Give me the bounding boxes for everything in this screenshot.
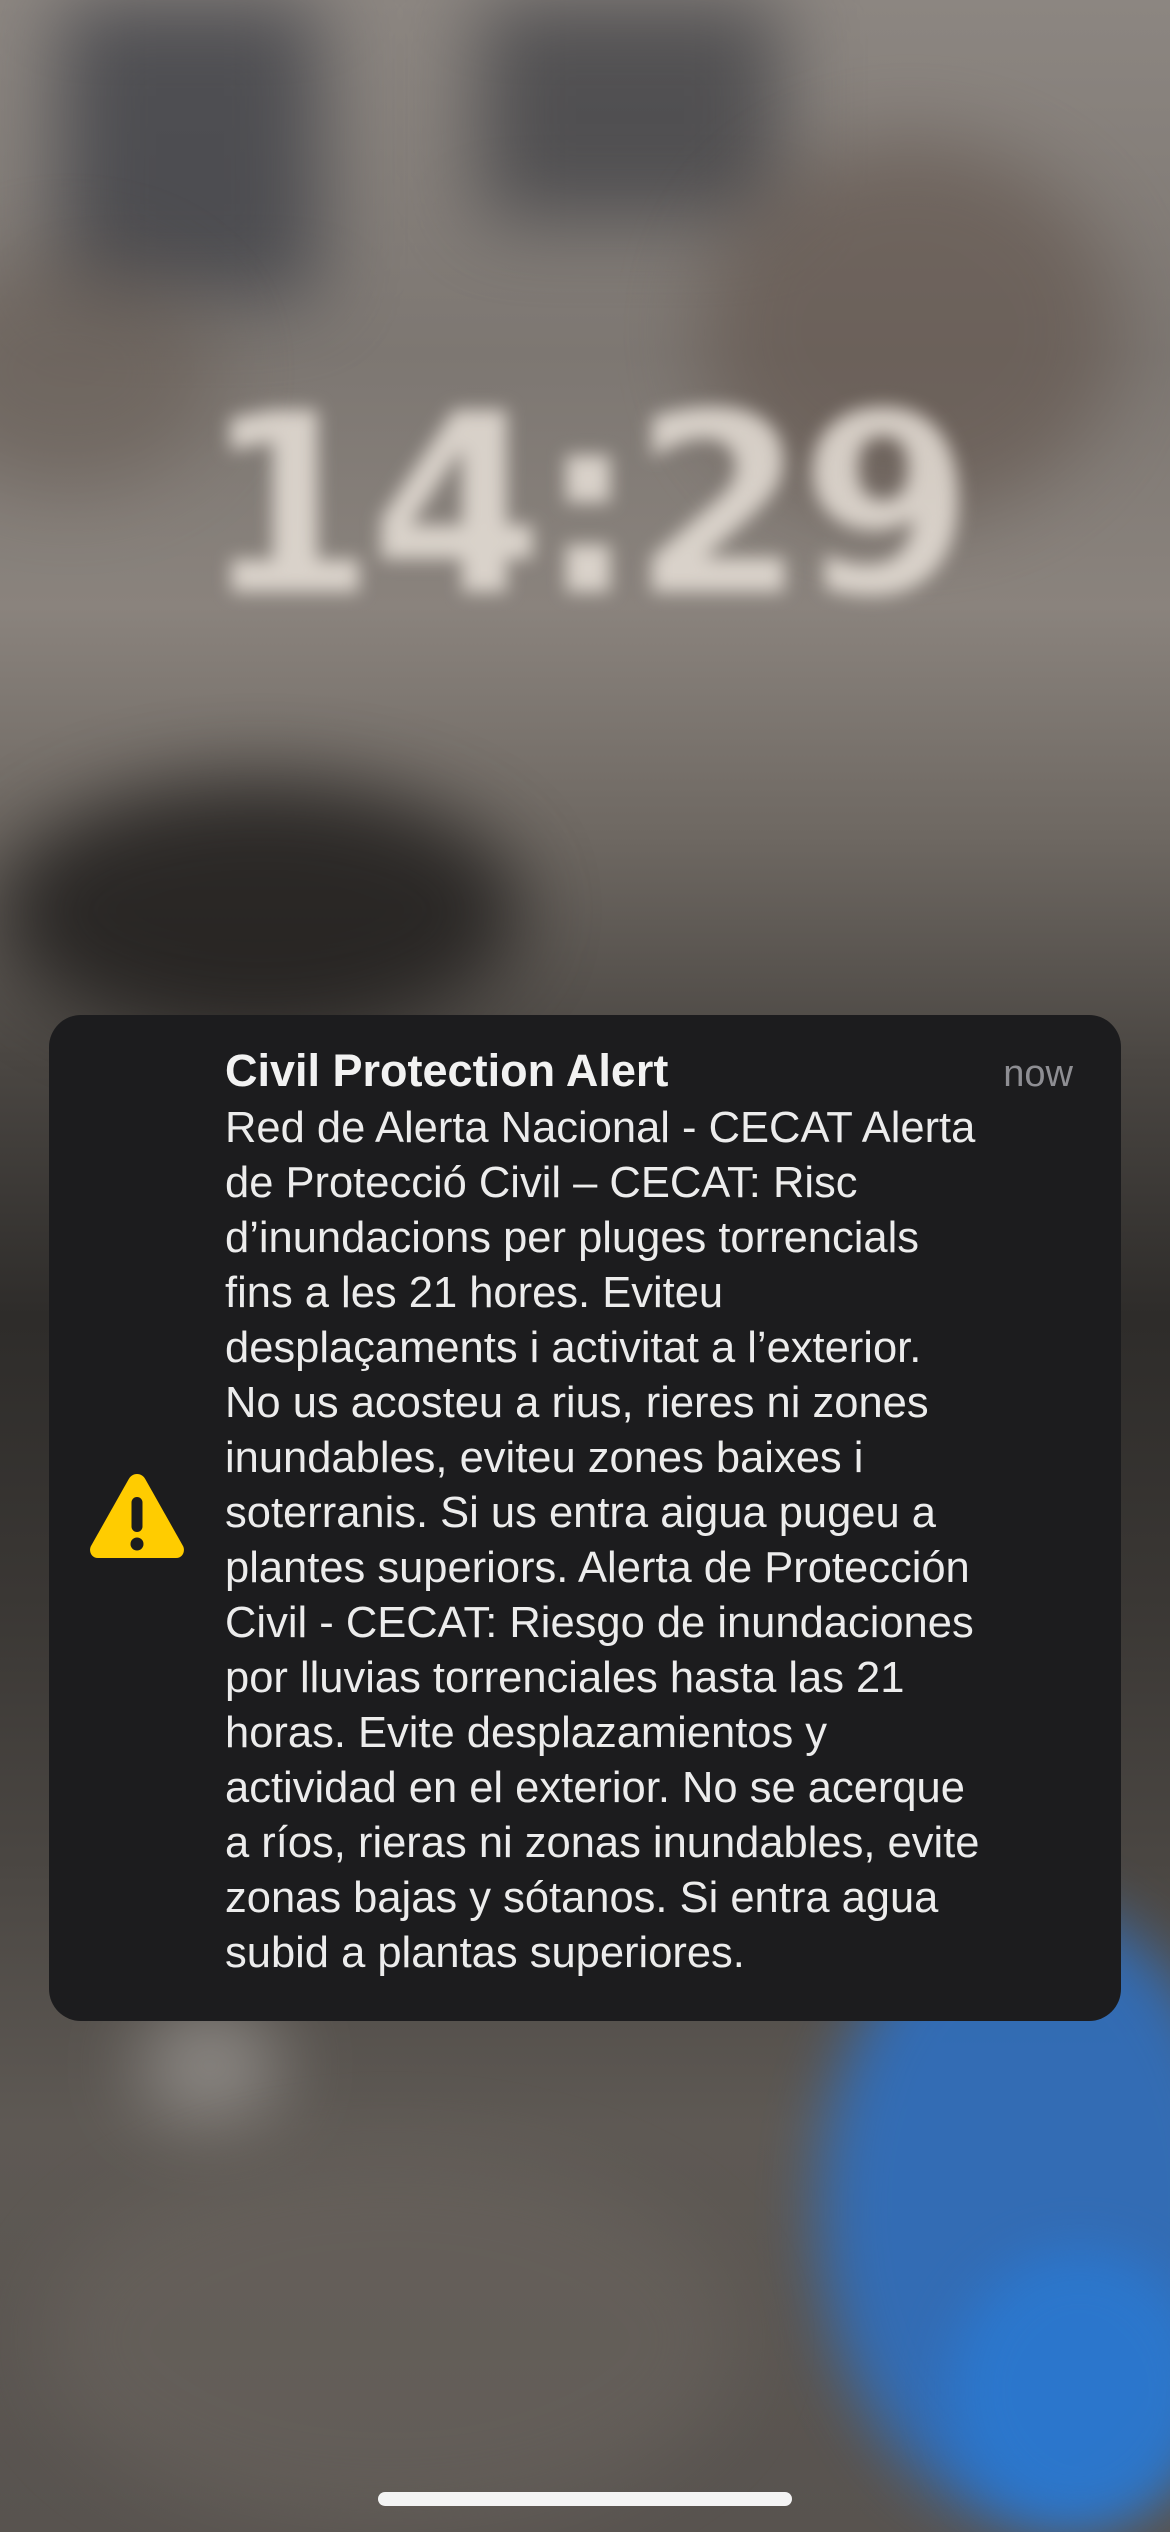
body-line: a ríos, rieras ni zonas inundables, evit…: [225, 1819, 980, 1867]
body-line: actividad en el exterior. No se acerque: [225, 1764, 965, 1812]
civil-protection-alert-notification[interactable]: Civil Protection Alert now Red de Alerta…: [49, 1015, 1121, 2021]
notification-body: Red de Alerta Nacional - CECAT Alerta de…: [225, 1101, 1091, 1981]
lock-screen-clock: 14:29: [202, 360, 974, 651]
body-line: subid a plantas superiores.: [225, 1929, 745, 1977]
body-line: desplaçaments i activitat a l’exterior.: [225, 1324, 922, 1372]
body-line: No us acosteu a rius, rieres ni zones: [225, 1379, 929, 1427]
body-line: de Protecció Civil – CECAT: Risc: [225, 1159, 858, 1207]
body-line: inundables, eviteu zones baixes i: [225, 1434, 864, 1482]
body-line: Red de Alerta Nacional - CECAT Alerta: [225, 1104, 976, 1152]
body-line: zonas bajas y sótanos. Si entra agua: [225, 1874, 939, 1922]
body-line: por lluvias torrenciales hasta las 21: [225, 1654, 905, 1702]
body-line: soterranis. Si us entra aigua pugeu a: [225, 1489, 936, 1537]
body-line: d’inundacions per pluges torrencials: [225, 1214, 920, 1262]
notification-timestamp: now: [1003, 1053, 1073, 1095]
body-line: Civil - CECAT: Riesgo de inundaciones: [225, 1599, 974, 1647]
body-line: fins a les 21 hores. Eviteu: [225, 1269, 724, 1317]
warning-triangle-icon: [87, 1470, 187, 1562]
notification-title: Civil Protection Alert: [225, 1045, 669, 1096]
body-line: plantes superiors. Alerta de Protección: [225, 1544, 970, 1592]
home-indicator[interactable]: [378, 2492, 792, 2506]
body-line: horas. Evite desplazamientos y: [225, 1709, 828, 1757]
